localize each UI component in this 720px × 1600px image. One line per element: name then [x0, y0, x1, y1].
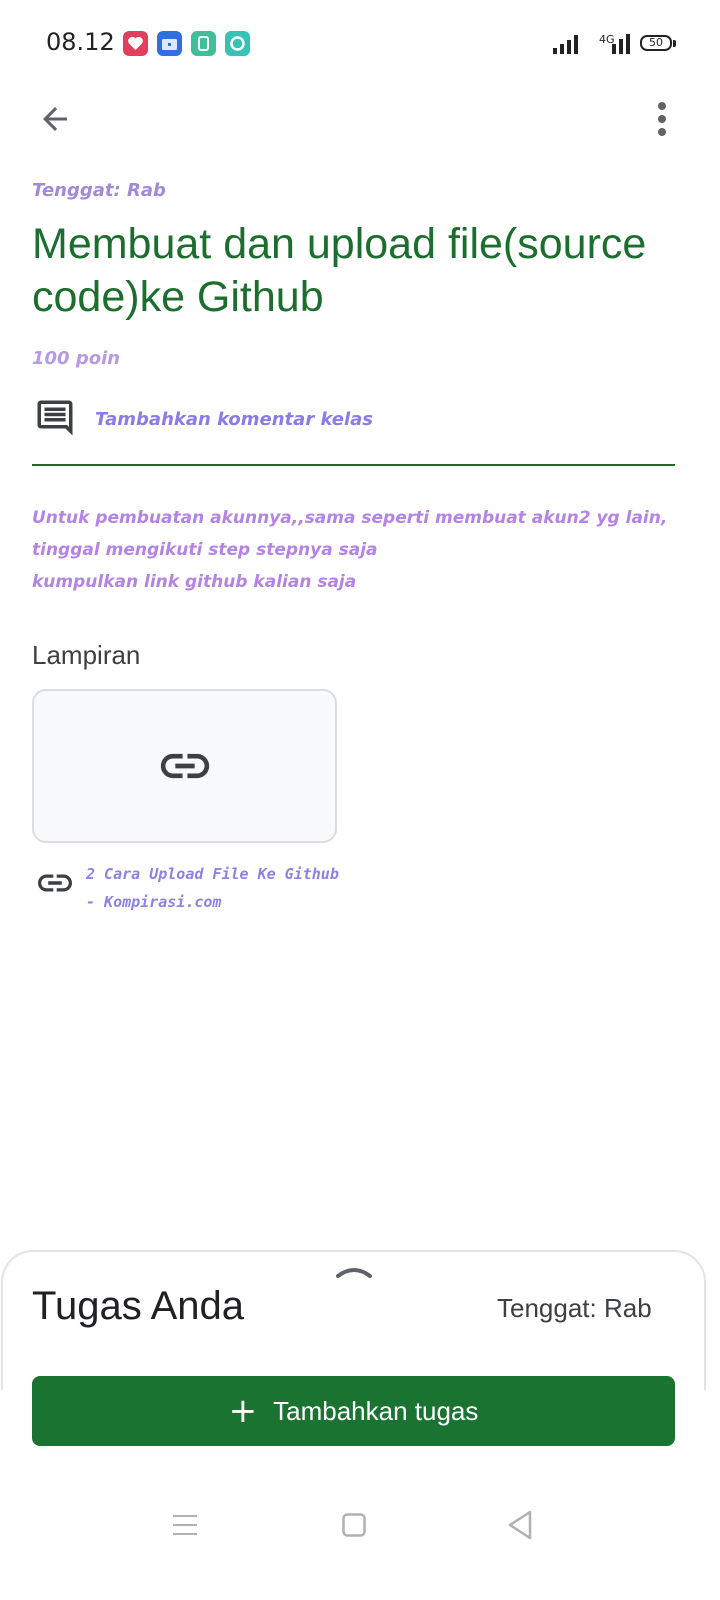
assignment-description: Untuk pembuatan akunnya,,sama seperti me…	[32, 508, 668, 592]
signal-strength-icon	[553, 35, 578, 54]
app-notification-icon	[225, 31, 250, 56]
battery-icon: 50	[640, 35, 672, 51]
add-class-comment-row[interactable]: Tambahkan komentar kelas	[32, 395, 682, 445]
back-button[interactable]	[28, 92, 82, 146]
status-time: 08.12	[46, 28, 115, 56]
your-work-due-date: Tenggat: Rab	[497, 1293, 652, 1323]
expand-up-icon[interactable]	[334, 1262, 374, 1280]
assignment-title: Membuat dan upload file(source code)ke G…	[32, 220, 647, 321]
comment-icon	[37, 400, 73, 436]
battery-tip	[673, 40, 676, 47]
your-work-title: Tugas Anda	[32, 1284, 245, 1328]
more-options-button[interactable]	[642, 92, 682, 146]
attachment-thumbnail[interactable]	[32, 689, 337, 843]
add-class-comment-label: Tambahkan komentar kelas	[95, 409, 374, 430]
file-manager-notification-icon	[157, 31, 182, 56]
status-bar: 08.12 4G 50	[0, 0, 720, 88]
recent-apps-icon[interactable]	[172, 1512, 198, 1538]
signal-strength-icon	[612, 34, 630, 54]
nav-back-icon[interactable]	[507, 1510, 533, 1540]
link-icon	[38, 874, 72, 892]
arrow-back-icon	[43, 107, 67, 131]
link-icon	[160, 753, 209, 779]
assignment-points: 100 poin	[32, 348, 121, 369]
due-date: Tenggat: Rab	[32, 180, 166, 201]
attachments-heading: Lampiran	[32, 640, 141, 670]
app-notification-icon	[191, 31, 216, 56]
section-divider	[32, 464, 675, 466]
add-work-button[interactable]: + Tambahkan tugas	[32, 1376, 675, 1446]
attachment-link-title[interactable]: 2 Cara Upload File Ke Github - Kompirasi…	[86, 860, 346, 916]
plus-icon: +	[228, 1391, 258, 1431]
heart-notification-icon	[123, 31, 148, 56]
home-icon[interactable]	[342, 1512, 366, 1538]
add-work-button-label: Tambahkan tugas	[273, 1395, 479, 1426]
more-vert-icon	[658, 102, 666, 136]
